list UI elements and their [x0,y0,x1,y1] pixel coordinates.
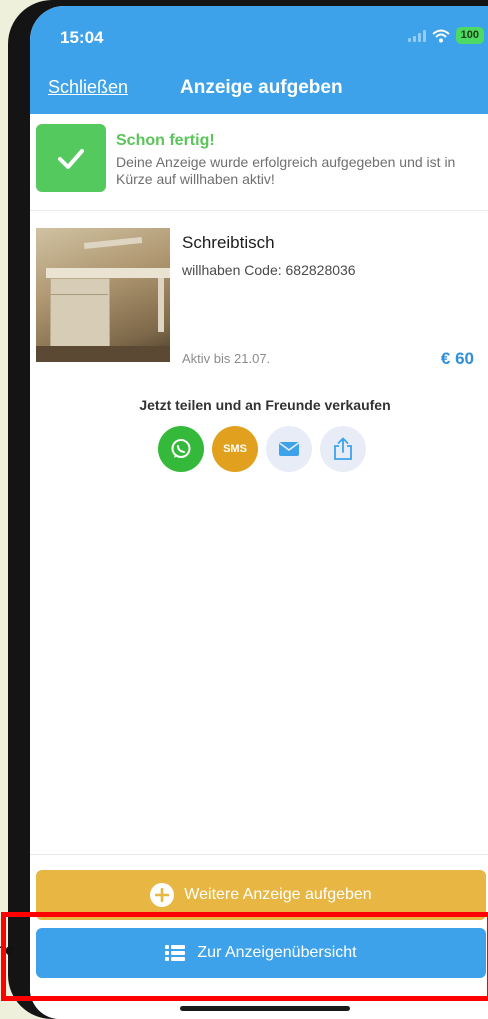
whatsapp-icon [171,439,191,458]
listing-overview-label: Zur Anzeigenübersicht [197,944,357,961]
whatsapp-share-button[interactable] [158,426,204,472]
share-label: Jetzt teilen und an Freunde verkaufen [139,397,391,413]
wifi-icon [431,29,450,42]
listing-image [36,228,170,362]
listing-overview-button[interactable]: Zur Anzeigenübersicht [36,928,486,978]
plus-icon [150,883,175,907]
success-check-icon [36,124,106,192]
battery-indicator: 100 [455,27,484,44]
mail-share-button[interactable] [266,426,312,472]
share-buttons: SMS [158,426,366,472]
new-listing-button[interactable]: Weitere Anzeige aufgeben [36,870,486,920]
mail-icon [279,442,299,456]
success-title: Schon fertig! [116,132,215,149]
app-screen: 15:04 100 Schließen Anzeige aufgeben Sch… [30,6,488,1019]
sms-share-button[interactable]: SMS [212,426,258,472]
signal-icon [407,29,426,42]
listing-title: Schreibtisch [182,233,275,252]
list-icon [165,945,186,961]
close-button[interactable]: Schließen [48,77,128,98]
clipped-text: fe [0,942,14,959]
listing-price: € 60 [440,349,474,368]
status-time: 15:04 [60,28,104,47]
phone-frame: 15:04 100 Schließen Anzeige aufgeben Sch… [8,0,488,1019]
new-listing-label: Weitere Anzeige aufgeben [184,886,372,903]
share-upload-icon [334,437,352,460]
sms-icon: SMS [223,443,247,455]
header-bar: 15:04 100 Schließen Anzeige aufgeben [30,6,488,114]
home-indicator [180,1006,350,1011]
more-share-button[interactable] [320,426,366,472]
status-icons: 100 [407,27,484,44]
page-title: Anzeige aufgeben [180,77,343,98]
listing-active-until: Aktiv bis 21.07. [182,351,271,366]
success-banner: Schon fertig! Deine Anzeige wurde erfolg… [30,114,488,211]
listing-card[interactable]: Schreibtisch willhaben Code: 682828036 A… [30,210,488,370]
success-message: Deine Anzeige wurde erfolgreich aufgegeb… [116,154,456,187]
listing-code: willhaben Code: 682828036 [182,262,356,278]
